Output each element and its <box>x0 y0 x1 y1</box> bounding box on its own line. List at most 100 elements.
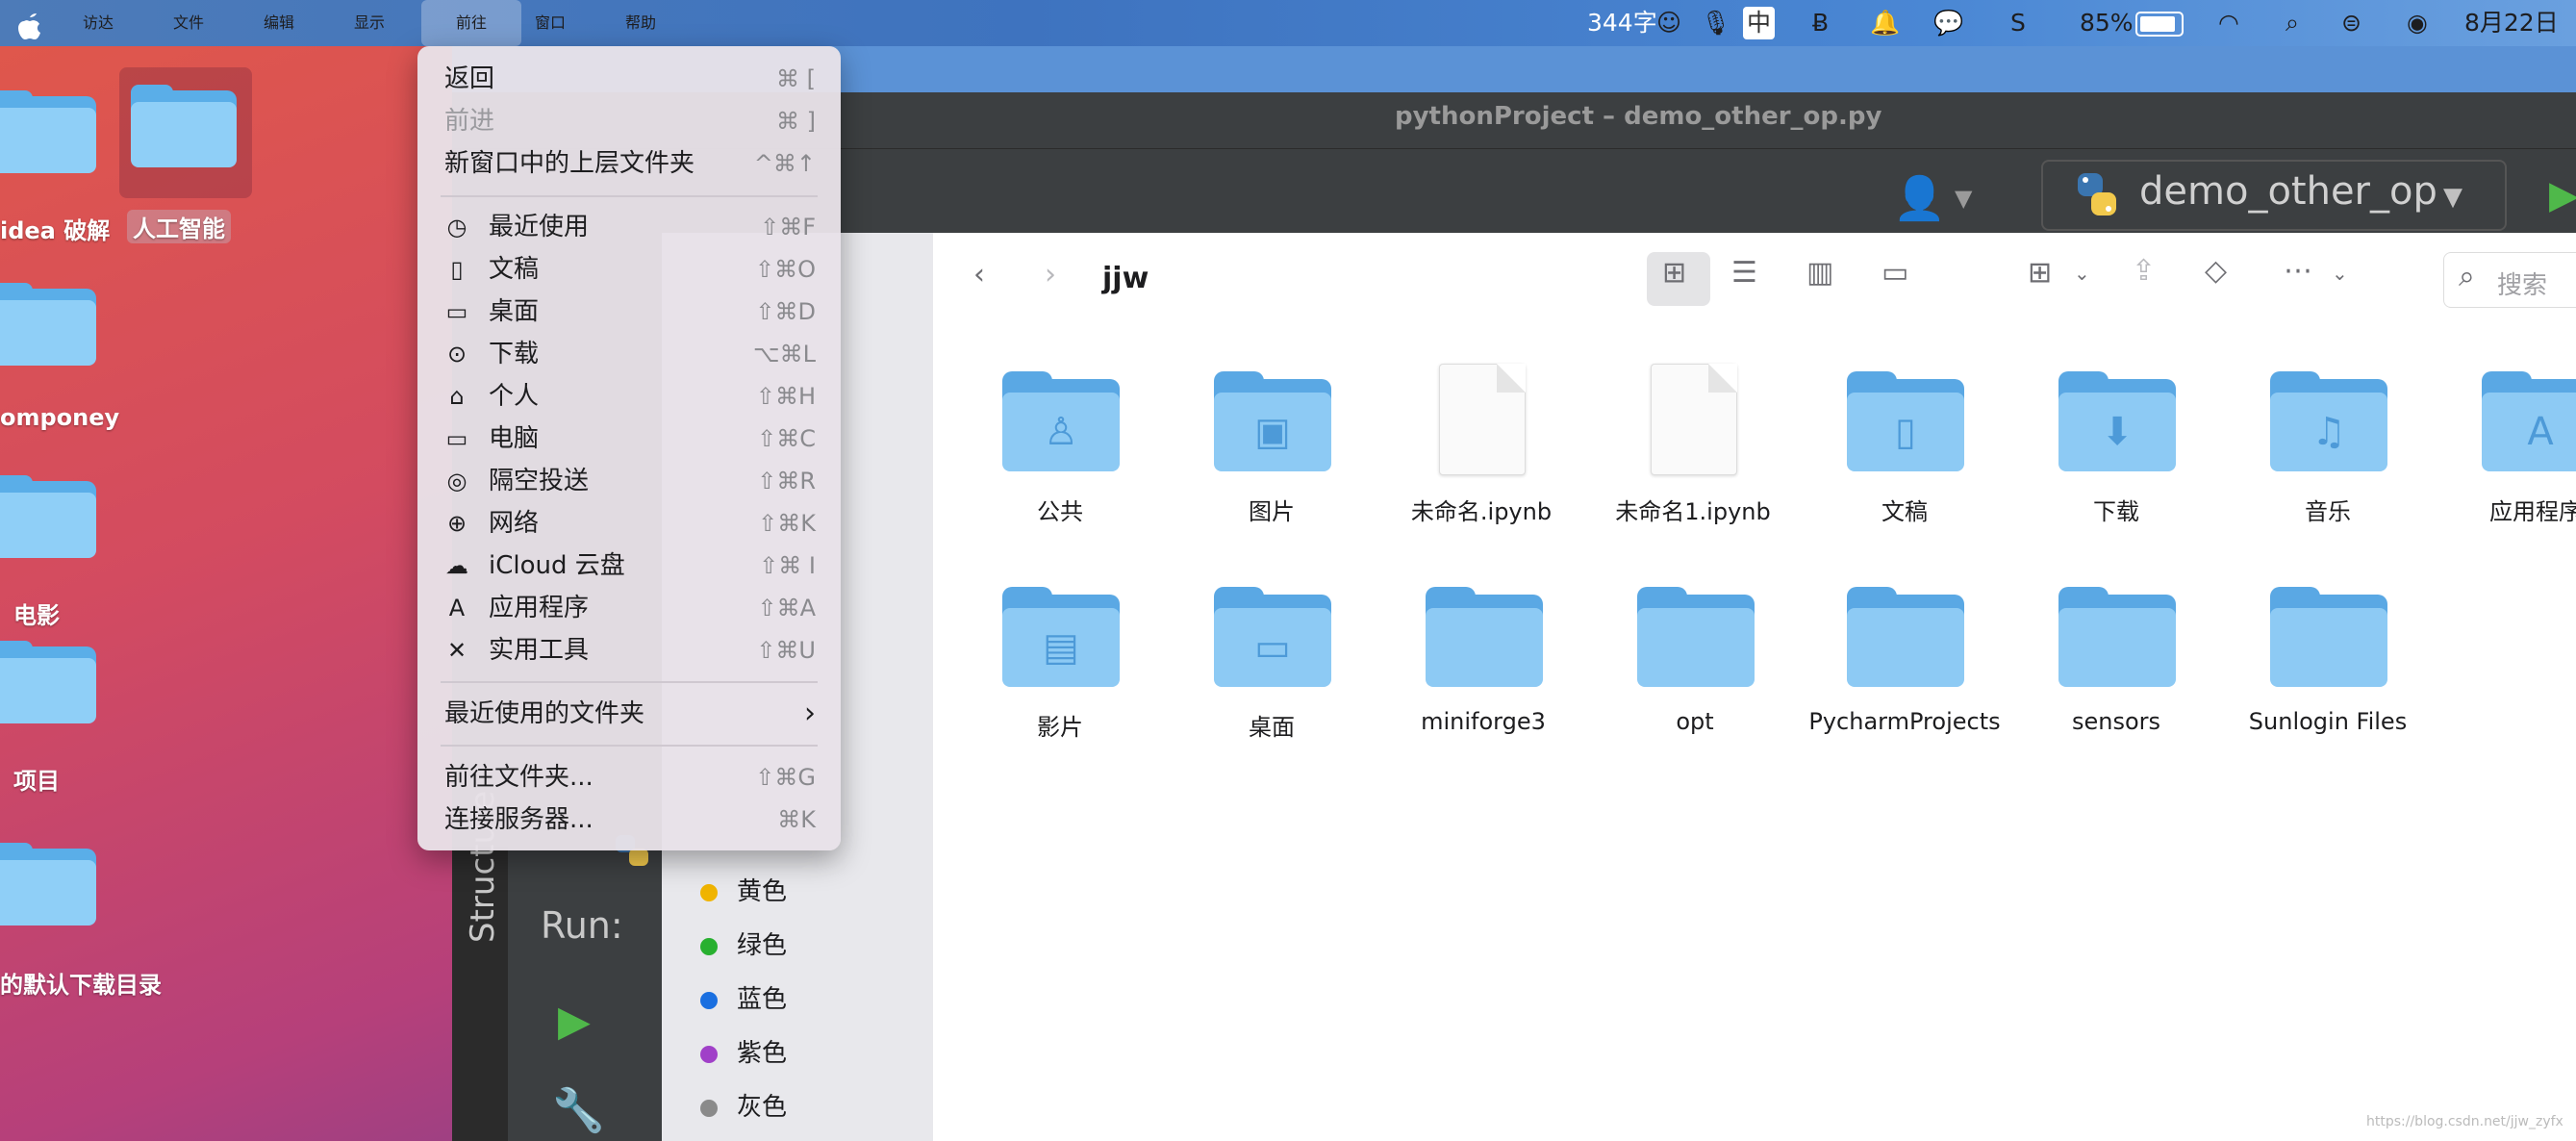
document-icon[interactable] <box>1651 364 1737 475</box>
folder-opt[interactable] <box>1637 587 1755 687</box>
run-icon[interactable]: ▶ <box>558 997 591 1046</box>
sidebar-tag-blue[interactable]: 蓝色 <box>700 979 787 1015</box>
menu-view[interactable]: 显示 <box>354 0 385 46</box>
menu-item-label: 最近使用 <box>489 213 590 241</box>
file-label: 应用程序 <box>2489 498 2576 525</box>
menu-item-enclosing-folder[interactable]: 新窗口中的上层文件夹 ^⌘↑ <box>444 144 816 183</box>
menu-item-computer[interactable]: ▭ 电脑 ⇧⌘C <box>444 419 816 458</box>
folder-downloads[interactable]: ⬇ <box>2058 371 2176 471</box>
chevron-down-icon[interactable]: ⌄ <box>2074 262 2090 285</box>
desktop-folder-projects[interactable] <box>0 641 96 723</box>
menu-item-downloads[interactable]: ⊙ 下载 ⌥⌘L <box>444 335 816 373</box>
menu-item-desktop[interactable]: ▭ 桌面 ⇧⌘D <box>444 292 816 331</box>
bluetooth-icon[interactable]: Ƀ <box>1812 0 1829 46</box>
list-view-icon[interactable]: ☰ <box>1731 256 1757 290</box>
folder-sunlogin[interactable] <box>2270 587 2387 687</box>
file-label: miniforge3 <box>1421 708 1546 735</box>
menu-item-icloud[interactable]: ☁ iCloud 云盘 ⇧⌘ I <box>444 546 816 585</box>
desktop-folder-idea[interactable] <box>0 90 96 173</box>
python-icon <box>2070 167 2124 221</box>
word-count[interactable]: 344字 <box>1587 0 1657 46</box>
menu-shortcut: ⌥⌘L <box>752 341 816 368</box>
control-center-icon[interactable]: ⊜ <box>2341 0 2361 46</box>
menu-item-back[interactable]: 返回 ⌘ [ <box>444 60 816 98</box>
menu-finder[interactable]: 访达 <box>83 0 114 46</box>
ime-indicator[interactable]: 中 <box>1743 7 1776 39</box>
menu-item-airdrop[interactable]: ◎ 隔空投送 ⇧⌘R <box>444 462 816 500</box>
desktop-folder-ai[interactable] <box>131 85 237 167</box>
menu-item-utilities[interactable]: ✕ 实用工具 ⇧⌘U <box>444 631 816 670</box>
forward-icon[interactable]: › <box>1045 258 1056 292</box>
desktop-icon: ▭ <box>445 298 468 325</box>
folder-public[interactable]: ♙ <box>1002 371 1120 471</box>
file-label: PycharmProjects <box>1808 708 2001 735</box>
file-label: opt <box>1676 708 1714 735</box>
folder-movies[interactable]: ▤ <box>1002 587 1120 687</box>
menu-item-recent-folders[interactable]: 最近使用的文件夹 › <box>444 695 816 733</box>
share-icon[interactable]: ⇪ <box>2132 254 2156 288</box>
run-label: Run: <box>541 904 623 947</box>
menu-item-home[interactable]: ⌂ 个人 ⇧⌘H <box>444 377 816 416</box>
document-icon[interactable] <box>1439 364 1526 475</box>
gallery-view-icon[interactable]: ▭ <box>1881 256 1908 290</box>
menu-shortcut: ⇧⌘O <box>755 256 816 283</box>
desktop-folder-movies[interactable] <box>0 475 96 558</box>
wechat-icon[interactable]: 💬 <box>1933 0 1963 46</box>
more-icon[interactable]: ⋯ <box>2284 254 2312 288</box>
desktop-folder-omponey[interactable] <box>0 283 96 366</box>
folder-sensors[interactable] <box>2058 587 2176 687</box>
tag-label: 绿色 <box>737 931 788 960</box>
folder-documents[interactable]: ▯ <box>1847 371 1964 471</box>
group-icon[interactable]: ⊞ <box>2028 256 2052 290</box>
menu-item-label: 电脑 <box>489 424 540 453</box>
run-icon[interactable]: ▶ <box>2549 173 2576 217</box>
folder-pycharmprojects[interactable] <box>1847 587 1964 687</box>
battery-icon[interactable] <box>2135 12 2184 37</box>
menu-item-label: 下载 <box>489 340 540 368</box>
menu-go[interactable]: 前往 <box>421 0 521 46</box>
user-icon[interactable]: 👤 <box>1893 173 1946 223</box>
folder-desktop[interactable]: ▭ <box>1214 587 1331 687</box>
battery-percent[interactable]: 85% <box>2080 0 2134 46</box>
sidebar-tag-purple[interactable]: 紫色 <box>700 1033 787 1069</box>
folder-miniforge3[interactable] <box>1426 587 1543 687</box>
microphone-icon[interactable]: 🎙 <box>1701 0 1731 46</box>
folder-music[interactable]: ♫ <box>2270 371 2387 471</box>
sogou-icon[interactable]: S <box>2010 0 2026 46</box>
menu-item-go-to-folder[interactable]: 前往文件夹... ⇧⌘G <box>444 758 816 797</box>
desktop-folder-downloads[interactable] <box>0 843 96 925</box>
back-icon[interactable]: ‹ <box>973 258 985 292</box>
sidebar-tag-gray[interactable]: 灰色 <box>700 1087 787 1123</box>
menu-help[interactable]: 帮助 <box>625 0 656 46</box>
menu-edit[interactable]: 编辑 <box>264 0 294 46</box>
menu-item-label: iCloud 云盘 <box>489 551 625 580</box>
icon-view-icon[interactable]: ⊞ <box>1662 256 1686 290</box>
menu-item-network[interactable]: ⊕ 网络 ⇧⌘K <box>444 504 816 543</box>
chevron-down-icon[interactable]: ▼ <box>2443 183 2462 212</box>
emoji-icon[interactable]: ☺ <box>1656 0 1681 46</box>
menu-item-applications[interactable]: A 应用程序 ⇧⌘A <box>444 589 816 627</box>
column-view-icon[interactable]: ▥ <box>1806 256 1833 290</box>
desktop-folder-label: 人工智能 <box>127 210 231 243</box>
menu-window[interactable]: 窗口 <box>535 0 566 46</box>
sidebar-tag-yellow[interactable]: 黄色 <box>700 872 787 907</box>
menu-item-recents[interactable]: ◷ 最近使用 ⇧⌘F <box>444 208 816 246</box>
tag-icon[interactable]: ◇ <box>2205 254 2227 288</box>
menu-file[interactable]: 文件 <box>173 0 204 46</box>
folder-applications[interactable]: A <box>2482 371 2576 471</box>
folder-pictures[interactable]: ▣ <box>1214 371 1331 471</box>
menu-item-connect-server[interactable]: 连接服务器... ⌘K <box>444 800 816 839</box>
search-icon[interactable]: ⌕ <box>2286 0 2299 46</box>
menu-item-label: 返回 <box>444 64 495 93</box>
menu-item-documents[interactable]: ▯ 文稿 ⇧⌘O <box>444 250 816 289</box>
chevron-down-icon[interactable]: ▼ <box>1955 185 1972 212</box>
file-label: 下载 <box>2093 498 2139 525</box>
desktop-folder-label: 电影 <box>13 602 60 629</box>
clock-date[interactable]: 8月22日 <box>2464 0 2559 46</box>
wrench-icon[interactable]: 🔧 <box>552 1085 605 1135</box>
wifi-icon[interactable]: ◠ <box>2218 0 2239 46</box>
chevron-down-icon[interactable]: ⌄ <box>2332 262 2348 285</box>
notification-bell-icon[interactable]: 🔔 <box>1870 0 1900 46</box>
siri-icon[interactable]: ◉ <box>2407 0 2428 46</box>
sidebar-tag-green[interactable]: 绿色 <box>700 925 787 961</box>
